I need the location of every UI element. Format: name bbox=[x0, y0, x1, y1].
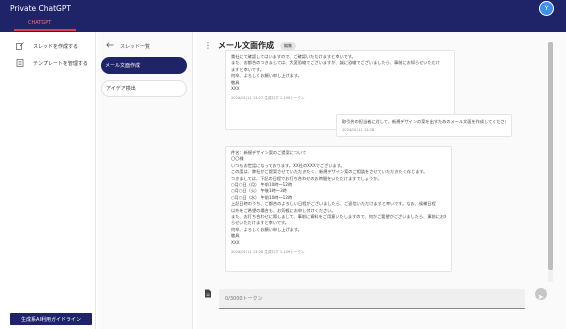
tab-active-indicator bbox=[14, 29, 76, 31]
thread-list-header[interactable]: スレッド一覧 bbox=[106, 42, 150, 50]
chat-area: ⋮ メール文面作成 編集 貴社にて確認してはいますので、ご確認いただけますと幸い… bbox=[196, 32, 566, 329]
thread-list-panel: スレッド一覧 bbox=[98, 32, 193, 329]
assistant-message: 件名：新規デザイン案のご提案について 〇〇様 いつもお世話になっております。XX… bbox=[225, 146, 452, 272]
menu-item-create-thread[interactable]: スレッドを作成する bbox=[16, 42, 78, 50]
edit-badge[interactable]: 編集 bbox=[280, 41, 296, 50]
message-meta: 2024/01/11 13:28 bbox=[342, 128, 375, 133]
top-bar: Private ChatGPT CHATGPT Y bbox=[0, 0, 566, 32]
message-meta: 2024/01/11 13:27 生成ログ 1,190トークン bbox=[231, 96, 305, 101]
thread-list-title: スレッド一覧 bbox=[120, 43, 151, 50]
message-line: 取引先の担当者に対して、新規デザインの案を出すためのメール文面を作成してください… bbox=[342, 119, 506, 124]
back-arrow-icon[interactable] bbox=[106, 42, 114, 50]
template-icon bbox=[16, 59, 24, 67]
app-title: Private ChatGPT bbox=[10, 4, 71, 13]
thread-item-email[interactable]: メール文面作成 bbox=[101, 57, 187, 74]
send-button[interactable] bbox=[535, 288, 547, 300]
chat-scrollbar[interactable] bbox=[548, 42, 553, 282]
attach-file-icon[interactable] bbox=[204, 283, 212, 298]
message-line: 上記日時のうち、ご都合のよろしい日程がございましたら、ご返信いただけますと幸いで… bbox=[231, 201, 436, 207]
user-avatar[interactable]: Y bbox=[539, 1, 554, 16]
message-line: この度は、弊社がご提案させていただきたく、新規デザイン案のご相談をさせていただき… bbox=[231, 169, 428, 175]
message-input-area[interactable] bbox=[219, 289, 525, 309]
message-line: XXX bbox=[231, 239, 240, 245]
user-message: 取引先の担当者に対して、新規デザインの案を出すためのメール文面を作成してください… bbox=[336, 114, 512, 137]
thread-item-idea[interactable]: アイデア検出 bbox=[101, 80, 187, 97]
scrollbar-thumb[interactable] bbox=[548, 42, 553, 270]
tab-chatgpt[interactable]: CHATGPT bbox=[28, 20, 51, 26]
new-thread-icon bbox=[16, 42, 24, 50]
message-meta: 2024/01/11 13:28 生成ログ 1,109トークン bbox=[231, 250, 305, 255]
menu-item-manage-templates[interactable]: テンプレートを管理する bbox=[16, 59, 88, 67]
message-line: また、お都合のつきましては、大変恐縮でございますが、誠に恐縮でございましたら、事… bbox=[231, 60, 441, 66]
more-options-icon[interactable]: ⋮ bbox=[204, 41, 212, 50]
menu-item-label: スレッドを作成する bbox=[33, 43, 79, 50]
message-line: XXX bbox=[231, 86, 240, 92]
ai-guideline-button[interactable]: 生成系AI利用ガイドライン bbox=[10, 313, 92, 325]
send-icon bbox=[538, 285, 544, 304]
menu-item-label: テンプレートを管理する bbox=[33, 60, 88, 67]
left-menu-panel: スレッドを作成する テンプレートを管理する bbox=[0, 32, 96, 329]
message-input[interactable] bbox=[225, 294, 515, 304]
